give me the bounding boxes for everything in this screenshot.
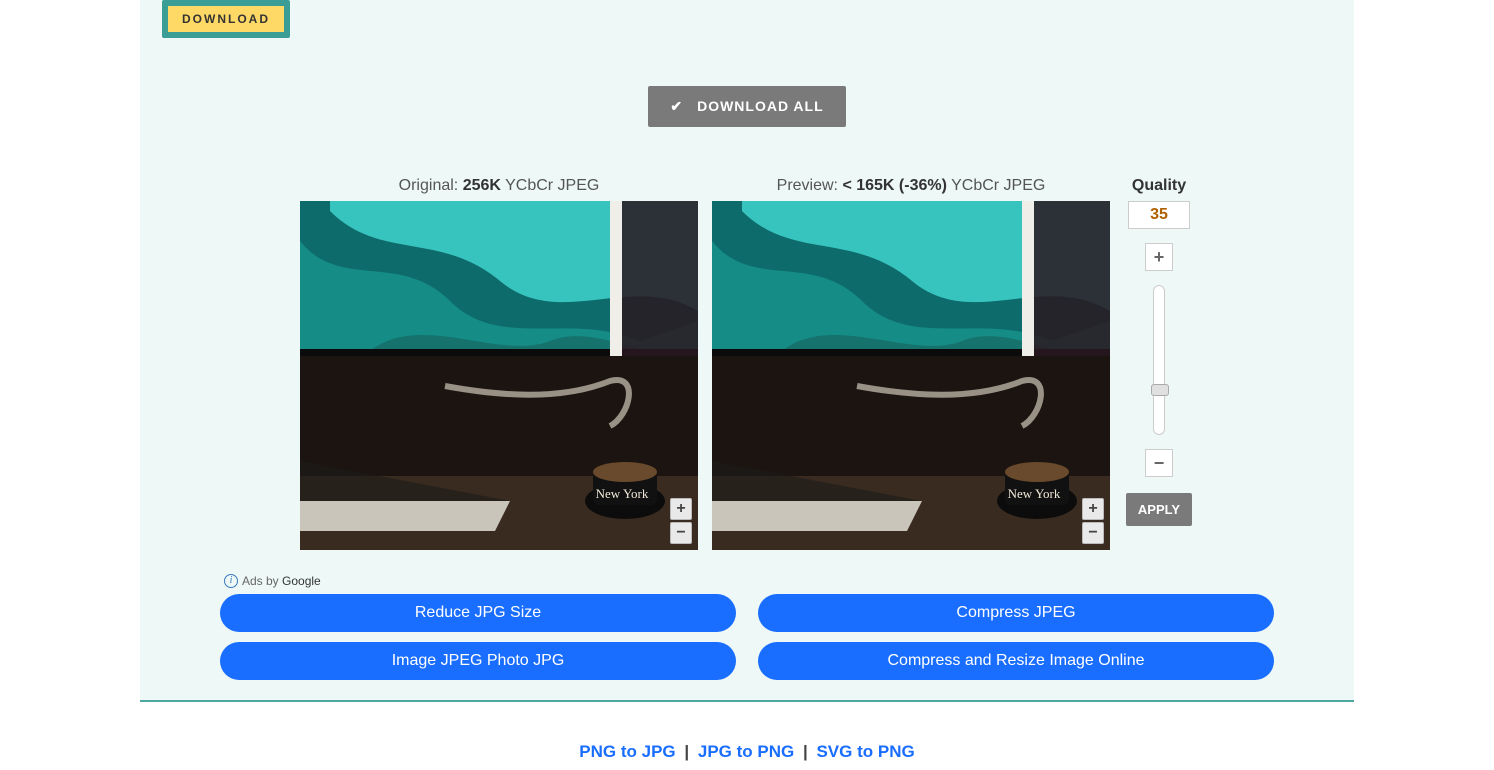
ad-link[interactable]: Reduce JPG Size	[220, 594, 736, 632]
preview-zoom-in-button[interactable]: +	[1082, 498, 1104, 520]
footer-sep: |	[803, 742, 808, 761]
preview-suffix: YCbCr JPEG	[947, 177, 1045, 194]
original-label: Original: 256K YCbCr JPEG	[300, 177, 698, 195]
download-chip: DOWNLOAD	[162, 0, 290, 38]
preview-zoom-out-button[interactable]: −	[1082, 522, 1104, 544]
quality-title: Quality	[1124, 177, 1194, 195]
ads-section: i Ads by Google Reduce JPG Size Compress…	[140, 574, 1354, 680]
svg-text:New York: New York	[1008, 486, 1061, 501]
quality-slider[interactable]	[1153, 285, 1165, 435]
apply-button[interactable]: APPLY	[1126, 493, 1192, 526]
original-zoom-in-button[interactable]: +	[670, 498, 692, 520]
quality-plus-button[interactable]: +	[1145, 243, 1173, 271]
preview-label: Preview: < 165K (-36%) YCbCr JPEG	[712, 177, 1110, 195]
preview-size: < 165K (-36%)	[842, 177, 947, 194]
quality-minus-button[interactable]: −	[1145, 449, 1173, 477]
original-zoom-out-button[interactable]: −	[670, 522, 692, 544]
download-all-button[interactable]: ✔ DOWNLOAD ALL	[648, 86, 845, 127]
footer-links: PNG to JPG | JPG to PNG | SVG to PNG	[0, 742, 1494, 770]
original-prefix: Original:	[399, 177, 463, 194]
ad-link[interactable]: Image JPEG Photo JPG	[220, 642, 736, 680]
preview-prefix: Preview:	[777, 177, 843, 194]
ads-label-prefix: Ads by	[242, 574, 282, 588]
original-suffix: YCbCr JPEG	[501, 177, 599, 194]
ads-label-brand: Google	[282, 574, 321, 588]
info-icon: i	[224, 574, 238, 588]
download-all-label: DOWNLOAD ALL	[697, 98, 824, 114]
footer-link[interactable]: SVG to PNG	[816, 742, 914, 761]
quality-panel: Quality + − APPLY	[1124, 177, 1194, 550]
svg-text:New York: New York	[596, 486, 649, 501]
original-image[interactable]: New York + −	[300, 201, 698, 550]
preview-image[interactable]: New York + −	[712, 201, 1110, 550]
footer-link[interactable]: JPG to PNG	[698, 742, 794, 761]
footer-link[interactable]: PNG to JPG	[579, 742, 675, 761]
preview-column: Preview: < 165K (-36%) YCbCr JPEG	[712, 177, 1110, 550]
ad-link[interactable]: Compress and Resize Image Online	[758, 642, 1274, 680]
original-column: Original: 256K YCbCr JPEG	[300, 177, 698, 550]
ads-label: i Ads by Google	[224, 574, 1274, 588]
download-button[interactable]: DOWNLOAD	[168, 6, 284, 32]
ad-link[interactable]: Compress JPEG	[758, 594, 1274, 632]
check-icon: ✔	[670, 98, 683, 115]
quality-slider-thumb[interactable]	[1151, 384, 1169, 396]
original-size: 256K	[463, 177, 501, 194]
footer-sep: |	[684, 742, 689, 761]
quality-input[interactable]	[1128, 201, 1190, 229]
